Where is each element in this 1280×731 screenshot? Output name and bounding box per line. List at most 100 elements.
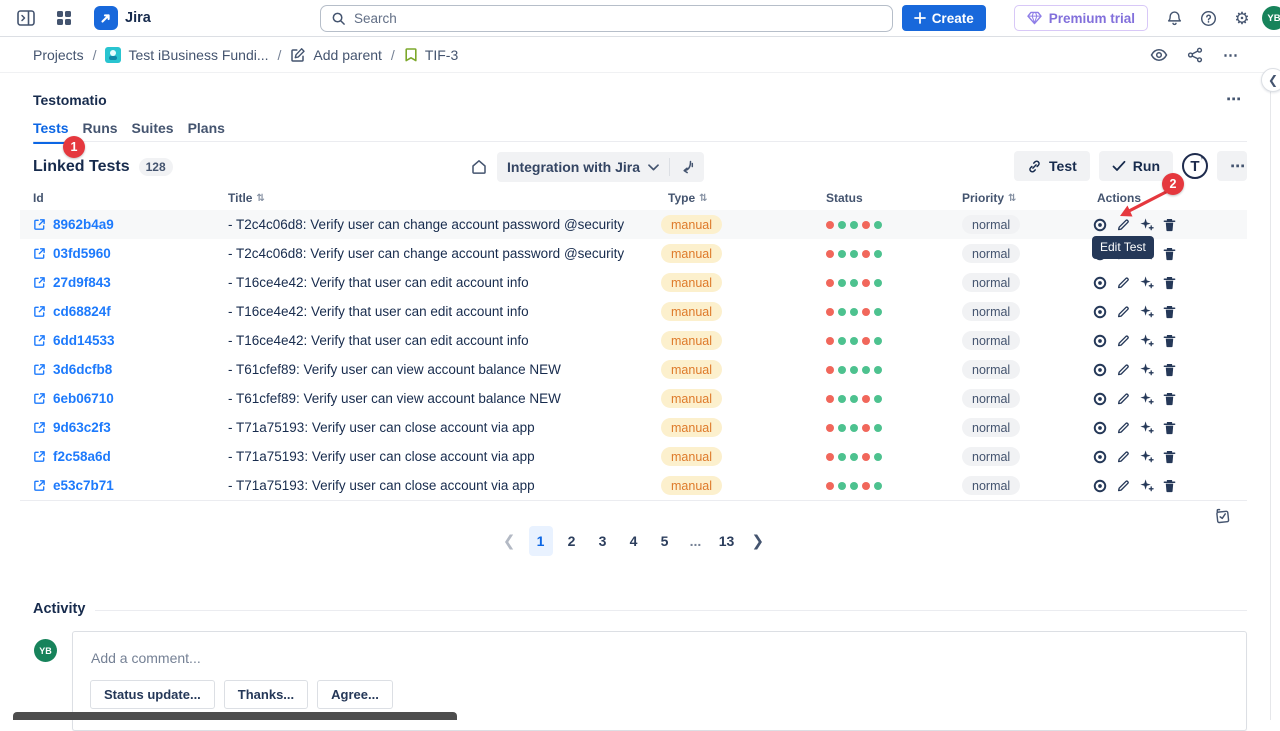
test-id-link[interactable]: 6eb06710 bbox=[33, 391, 228, 406]
quick-reply-button[interactable]: Agree... bbox=[317, 680, 393, 709]
testomatio-logo-button[interactable]: T’ bbox=[1182, 153, 1208, 179]
delete-test-icon[interactable] bbox=[1163, 276, 1176, 290]
view-test-icon[interactable] bbox=[1093, 421, 1107, 435]
ai-generate-icon[interactable] bbox=[1139, 420, 1154, 435]
view-test-icon[interactable] bbox=[1093, 334, 1107, 348]
row-actions bbox=[1093, 449, 1247, 464]
pull-tests-icon[interactable] bbox=[680, 160, 694, 175]
quick-reply-button[interactable]: Status update... bbox=[90, 680, 215, 709]
more-actions-button[interactable]: ⋯ bbox=[1216, 41, 1246, 68]
edit-test-icon[interactable] bbox=[1116, 276, 1130, 290]
panel-actions-more-button[interactable]: ⋯ bbox=[1217, 151, 1247, 181]
test-id-link[interactable]: e53c7b71 bbox=[33, 478, 228, 493]
status-dots bbox=[826, 221, 962, 229]
next-page-button[interactable]: ❯ bbox=[746, 532, 771, 550]
view-test-icon[interactable] bbox=[1093, 450, 1107, 464]
test-id-link[interactable]: 8962b4a9 bbox=[33, 217, 228, 232]
prev-page-button[interactable]: ❮ bbox=[497, 532, 522, 550]
breadcrumb-project[interactable]: Test iBusiness Fundi... bbox=[105, 47, 268, 63]
panel-more-button[interactable]: ⋯ bbox=[1226, 90, 1242, 108]
test-id-link[interactable]: 3d6dcfb8 bbox=[33, 362, 228, 377]
add-parent-button[interactable]: Add parent bbox=[290, 47, 382, 63]
ai-generate-icon[interactable] bbox=[1139, 304, 1154, 319]
header-type[interactable]: Type⇅ bbox=[661, 191, 826, 205]
create-button[interactable]: Create bbox=[902, 5, 986, 31]
collapse-panel-button[interactable]: ❮ bbox=[1261, 68, 1280, 92]
ai-generate-icon[interactable] bbox=[1139, 275, 1154, 290]
header-priority[interactable]: Priority⇅ bbox=[962, 191, 1093, 205]
watch-button[interactable] bbox=[1144, 41, 1174, 68]
search-input[interactable]: Search bbox=[320, 5, 893, 32]
row-id-text: 6eb06710 bbox=[53, 391, 114, 406]
view-test-icon[interactable] bbox=[1093, 392, 1107, 406]
test-id-link[interactable]: 03fd5960 bbox=[33, 246, 228, 261]
share-button[interactable] bbox=[1180, 41, 1210, 68]
edit-test-icon[interactable] bbox=[1116, 334, 1130, 348]
type-badge: manual bbox=[661, 273, 722, 292]
select-tests-icon[interactable] bbox=[1213, 506, 1232, 525]
linked-tests-title: Linked Tests bbox=[33, 158, 130, 176]
page-1[interactable]: 1 bbox=[529, 526, 553, 556]
run-button[interactable]: Run bbox=[1099, 151, 1173, 181]
breadcrumb-projects[interactable]: Projects bbox=[33, 47, 84, 63]
status-dot-green bbox=[862, 366, 870, 374]
test-id-link[interactable]: f2c58a6d bbox=[33, 449, 228, 464]
priority-badge: normal bbox=[962, 215, 1020, 234]
home-button[interactable] bbox=[470, 158, 488, 176]
header-title[interactable]: Title⇅ bbox=[228, 191, 661, 205]
quick-reply-button[interactable]: Thanks... bbox=[224, 680, 308, 709]
test-id-link[interactable]: 6dd14533 bbox=[33, 333, 228, 348]
jira-home-link[interactable]: Jira bbox=[94, 6, 151, 30]
settings-button[interactable]: ⚙ bbox=[1228, 4, 1256, 32]
ai-generate-icon[interactable] bbox=[1139, 333, 1154, 348]
delete-test-icon[interactable] bbox=[1163, 479, 1176, 493]
branch-selector[interactable]: Integration with Jira bbox=[497, 152, 704, 182]
status-dot-red bbox=[826, 250, 834, 258]
edit-test-icon[interactable] bbox=[1116, 363, 1130, 377]
page-3[interactable]: 3 bbox=[591, 526, 615, 556]
user-avatar[interactable]: YB bbox=[1262, 6, 1280, 30]
comment-placeholder[interactable]: Add a comment... bbox=[91, 650, 201, 666]
test-id-link[interactable]: cd68824f bbox=[33, 304, 228, 319]
delete-test-icon[interactable] bbox=[1163, 305, 1176, 319]
header-id[interactable]: Id bbox=[33, 191, 228, 205]
delete-test-icon[interactable] bbox=[1163, 247, 1176, 261]
edit-test-icon[interactable] bbox=[1116, 392, 1130, 406]
ai-generate-icon[interactable] bbox=[1139, 449, 1154, 464]
ai-generate-icon[interactable] bbox=[1139, 391, 1154, 406]
test-id-link[interactable]: 9d63c2f3 bbox=[33, 420, 228, 435]
header-status[interactable]: Status bbox=[826, 191, 962, 205]
delete-test-icon[interactable] bbox=[1163, 450, 1176, 464]
help-button[interactable] bbox=[1194, 4, 1222, 32]
test-id-link[interactable]: 27d9f843 bbox=[33, 275, 228, 290]
page-4[interactable]: 4 bbox=[622, 526, 646, 556]
delete-test-icon[interactable] bbox=[1163, 334, 1176, 348]
ai-generate-icon[interactable] bbox=[1139, 478, 1154, 493]
edit-test-icon[interactable] bbox=[1116, 421, 1130, 435]
bookmark-icon bbox=[404, 47, 418, 62]
page-13[interactable]: 13 bbox=[715, 526, 739, 556]
link-test-button[interactable]: Test bbox=[1014, 151, 1090, 181]
premium-trial-button[interactable]: Premium trial bbox=[1014, 5, 1148, 31]
sidebar-toggle-button[interactable] bbox=[12, 4, 40, 32]
delete-test-icon[interactable] bbox=[1163, 392, 1176, 406]
linked-tests-toolbar: Linked Tests 128 Integration with Jira T… bbox=[33, 151, 1247, 183]
app-switcher-button[interactable] bbox=[50, 4, 78, 32]
edit-test-icon[interactable] bbox=[1116, 305, 1130, 319]
view-test-icon[interactable] bbox=[1093, 218, 1107, 232]
view-test-icon[interactable] bbox=[1093, 305, 1107, 319]
view-test-icon[interactable] bbox=[1093, 276, 1107, 290]
page-5[interactable]: 5 bbox=[653, 526, 677, 556]
breadcrumb-issue[interactable]: TIF-3 bbox=[404, 47, 458, 63]
page-2[interactable]: 2 bbox=[560, 526, 584, 556]
ai-generate-icon[interactable] bbox=[1139, 362, 1154, 377]
edit-test-icon[interactable] bbox=[1116, 479, 1130, 493]
delete-test-icon[interactable] bbox=[1163, 421, 1176, 435]
edit-test-icon[interactable] bbox=[1116, 450, 1130, 464]
search-placeholder: Search bbox=[354, 11, 397, 26]
status-dot-green bbox=[874, 482, 882, 490]
notifications-button[interactable] bbox=[1160, 4, 1188, 32]
delete-test-icon[interactable] bbox=[1163, 363, 1176, 377]
view-test-icon[interactable] bbox=[1093, 479, 1107, 493]
view-test-icon[interactable] bbox=[1093, 363, 1107, 377]
